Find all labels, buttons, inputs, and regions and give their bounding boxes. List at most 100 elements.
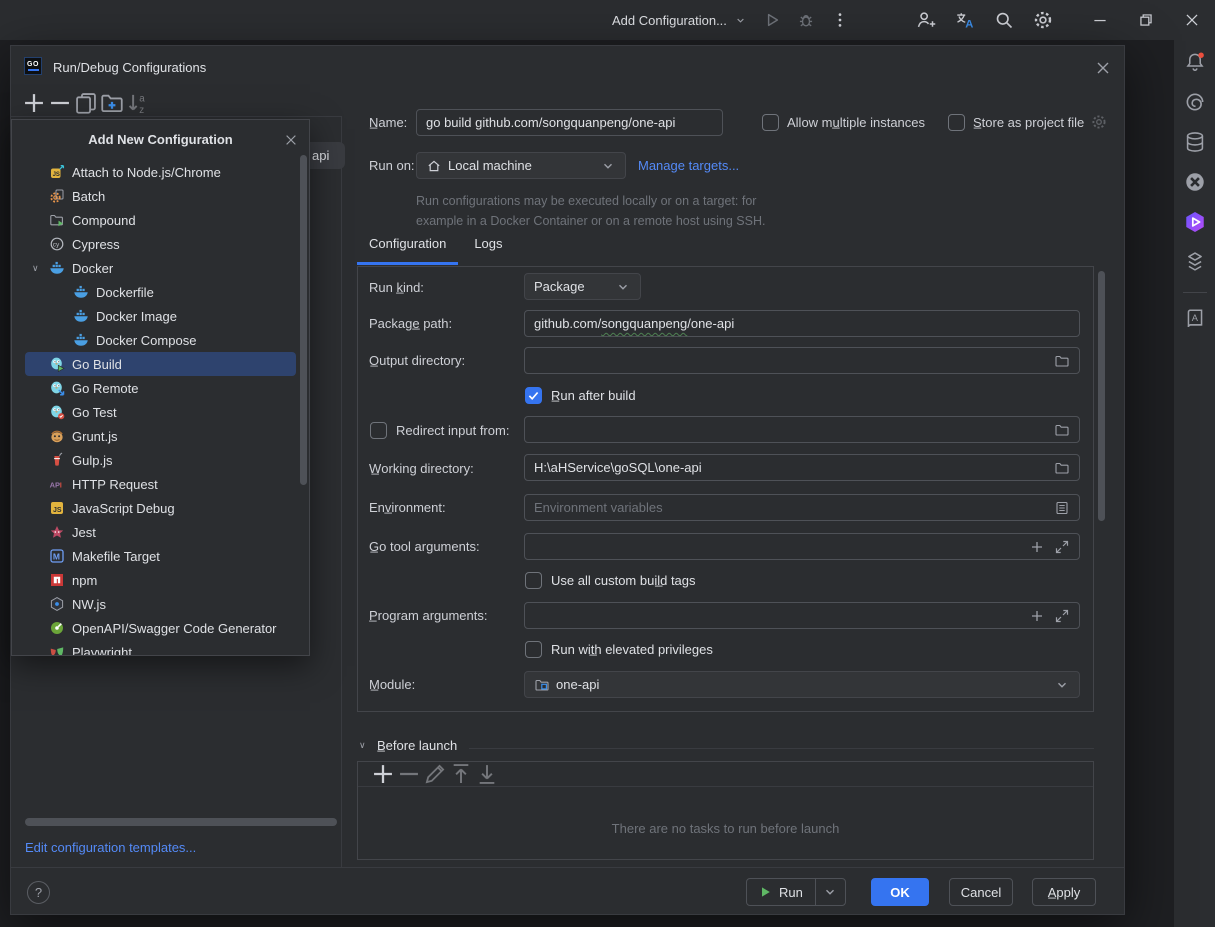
tree-selected-item-partial[interactable]: api xyxy=(307,142,345,169)
run-options-chevron[interactable] xyxy=(816,879,845,905)
redirect-input-path-input[interactable] xyxy=(524,416,1080,443)
tab[interactable]: Configuration xyxy=(357,236,458,265)
config-type-batch[interactable]: Batch xyxy=(25,184,296,208)
apply-button[interactable]: A̲pply xyxy=(1032,878,1096,906)
program-arguments-input[interactable] xyxy=(524,602,1080,629)
window-close-button[interactable] xyxy=(1169,0,1215,40)
environment-input[interactable]: Environment variables xyxy=(524,494,1080,521)
browse-folder-icon[interactable] xyxy=(1054,353,1070,369)
database-icon[interactable] xyxy=(1183,130,1207,154)
allow-multiple-instances-checkbox[interactable] xyxy=(762,114,779,131)
browse-folder-icon[interactable] xyxy=(1054,422,1070,438)
config-type-go-build[interactable]: Go Build xyxy=(25,352,296,376)
name-input[interactable]: go build github.com/songquanpeng/one-api xyxy=(416,109,723,136)
remove-icon[interactable] xyxy=(396,761,422,787)
config-type-playwright[interactable]: Playwright xyxy=(25,640,296,656)
move-down-icon[interactable] xyxy=(474,761,500,787)
store-as-project-file-checkbox[interactable] xyxy=(948,114,965,131)
edit-pencil-icon[interactable] xyxy=(422,761,448,787)
dialog-close-icon[interactable] xyxy=(1095,60,1111,76)
config-type-makefile[interactable]: M Makefile Target xyxy=(25,544,296,568)
config-type-dockerfile[interactable]: Dockerfile xyxy=(25,280,296,304)
store-options-gear-icon[interactable] xyxy=(1091,114,1107,130)
expand-field-icon[interactable] xyxy=(1054,539,1070,555)
config-type-compound[interactable]: Compound xyxy=(25,208,296,232)
code-with-me-icon[interactable] xyxy=(916,10,936,30)
add-macro-icon[interactable] xyxy=(1029,608,1045,624)
copy-icon[interactable] xyxy=(73,90,99,116)
config-type-docker[interactable]: ∨ Docker xyxy=(25,256,296,280)
use-custom-build-tags-checkbox[interactable] xyxy=(525,572,542,589)
module-select[interactable]: one-api xyxy=(524,671,1080,698)
move-up-icon[interactable] xyxy=(448,761,474,787)
run-kind-select[interactable]: Package xyxy=(524,273,641,300)
working-directory-input[interactable]: H:\aHService\goSQL\one-api xyxy=(524,454,1080,481)
config-type-go-test[interactable]: Go Test xyxy=(25,400,296,424)
elevated-privileges-checkbox[interactable] xyxy=(525,641,542,658)
grunt-icon xyxy=(49,428,65,444)
config-type-jest[interactable]: Jest xyxy=(25,520,296,544)
config-type-docker-compose[interactable]: Docker Compose xyxy=(25,328,296,352)
expand-field-icon[interactable] xyxy=(1054,608,1070,624)
layers-icon[interactable] xyxy=(1183,250,1207,274)
debug-icon[interactable] xyxy=(797,11,815,29)
window-minimize-button[interactable] xyxy=(1077,0,1123,40)
form-scrollbar[interactable] xyxy=(1098,271,1105,521)
edit-templates-link[interactable]: Edit configuration templates... xyxy=(25,840,196,855)
config-type-docker-image[interactable]: Docker Image xyxy=(25,304,296,328)
config-type-nwjs[interactable]: NW.js xyxy=(25,592,296,616)
translate-icon[interactable]: A xyxy=(955,10,975,30)
run-on-select[interactable]: Local machine xyxy=(416,152,626,179)
config-type-npm[interactable]: npm xyxy=(25,568,296,592)
redirect-input-checkbox[interactable] xyxy=(370,422,387,439)
nodejs-attach-icon: JS xyxy=(49,164,65,180)
run-configuration-selector[interactable]: Add Configuration... xyxy=(612,13,747,28)
run-button[interactable]: Run xyxy=(747,879,815,905)
package-path-input[interactable]: github.com/songquanpeng/one-api xyxy=(524,310,1080,337)
add-macro-icon[interactable] xyxy=(1029,539,1045,555)
configurations-toolbar: az xyxy=(21,90,151,116)
screen: Add Configuration... A A GO Run/Debug Co… xyxy=(0,0,1215,927)
bell-icon[interactable] xyxy=(1183,50,1207,74)
config-type-grunt[interactable]: Grunt.js xyxy=(25,424,296,448)
environment-variables-icon[interactable] xyxy=(1054,500,1070,516)
window-restore-button[interactable] xyxy=(1123,0,1169,40)
before-launch-collapse-chevron[interactable]: ∨ xyxy=(359,740,366,751)
config-type-label: OpenAPI/Swagger Code Generator xyxy=(72,621,277,636)
settings-gear-icon[interactable] xyxy=(1033,10,1053,30)
tab[interactable]: Logs xyxy=(462,236,514,265)
output-directory-input[interactable] xyxy=(524,347,1080,374)
plugin-x-icon[interactable] xyxy=(1183,170,1207,194)
run-icon[interactable] xyxy=(763,11,781,29)
config-type-js-debug[interactable]: JS JavaScript Debug xyxy=(25,496,296,520)
go-tool-arguments-input[interactable] xyxy=(524,533,1080,560)
config-type-go-remote[interactable]: Go Remote xyxy=(25,376,296,400)
hexagon-play-icon[interactable] xyxy=(1183,210,1207,234)
config-type-cypress[interactable]: cy Cypress xyxy=(25,232,296,256)
dictionary-icon[interactable]: A xyxy=(1183,307,1207,331)
config-type-attach-nodejs[interactable]: JS Attach to Node.js/Chrome xyxy=(25,160,296,184)
gulp-icon xyxy=(49,452,65,468)
popup-scrollbar[interactable] xyxy=(300,155,307,485)
tree-horizontal-scrollbar[interactable] xyxy=(25,818,337,826)
cancel-button[interactable]: Cancel xyxy=(949,878,1013,906)
config-type-http-request[interactable]: API HTTP Request xyxy=(25,472,296,496)
new-folder-icon[interactable] xyxy=(99,90,125,116)
sort-alpha-icon[interactable]: az xyxy=(125,90,151,116)
remove-icon[interactable] xyxy=(47,90,73,116)
search-everywhere-icon[interactable] xyxy=(994,10,1014,30)
expand-chevron-icon[interactable]: ∨ xyxy=(32,256,49,280)
manage-targets-link[interactable]: Manage targets... xyxy=(638,158,739,173)
config-type-gulp[interactable]: Gulp.js xyxy=(25,448,296,472)
run-after-build-checkbox[interactable] xyxy=(525,387,542,404)
compound-icon xyxy=(49,212,65,228)
add-icon[interactable] xyxy=(21,90,47,116)
ok-button[interactable]: OK xyxy=(871,878,929,906)
config-type-openapi[interactable]: OpenAPI/Swagger Code Generator xyxy=(25,616,296,640)
popup-close-icon[interactable] xyxy=(284,133,298,147)
browse-folder-icon[interactable] xyxy=(1054,460,1070,476)
add-icon[interactable] xyxy=(370,761,396,787)
ai-assistant-icon[interactable] xyxy=(1183,90,1207,114)
more-actions-icon[interactable] xyxy=(831,11,849,29)
help-button[interactable]: ? xyxy=(27,881,50,904)
